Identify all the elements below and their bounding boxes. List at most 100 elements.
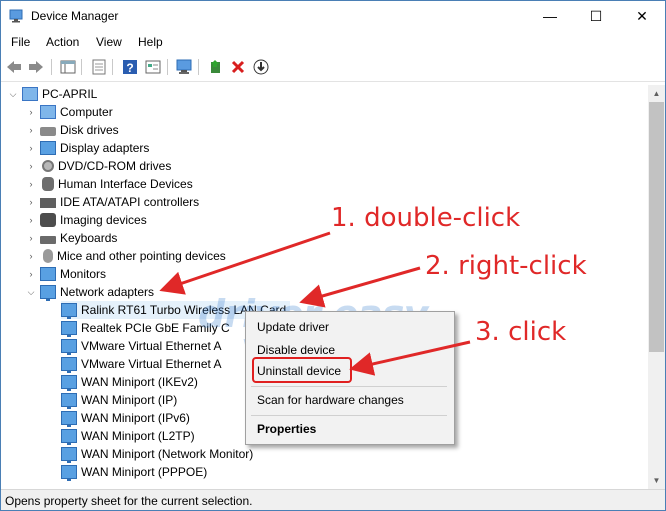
network-device-item[interactable]: WAN Miniport (IP) [61,391,177,409]
menu-help[interactable]: Help [138,35,163,49]
expand-caret-icon[interactable]: › [25,193,37,211]
update-driver-button[interactable] [206,58,224,76]
monitor-icon [40,267,56,281]
menu-file[interactable]: File [11,35,30,49]
forward-icon [29,61,43,73]
minimize-icon: — [543,8,557,24]
device-label: WAN Miniport (IP) [81,393,178,407]
menu-separator [251,386,447,387]
network-device-item[interactable]: WAN Miniport (IKEv2) [61,373,198,391]
annotation-step2: 2. right-click [425,251,587,281]
menu-properties[interactable]: Properties [257,422,316,436]
toolbar-separator [81,59,82,75]
device-label: VMware Virtual Ethernet A [81,339,222,353]
collapse-caret-icon[interactable]: ⌵ [7,85,19,103]
tree-category[interactable]: › Imaging devices [25,211,147,229]
device-label: WAN Miniport (Network Monitor) [81,447,254,461]
expand-caret-icon[interactable]: › [25,229,37,247]
show-hide-console-button[interactable] [59,58,77,76]
tree-category[interactable]: › DVD/CD-ROM drives [25,157,172,175]
minimize-button[interactable]: — [527,1,573,31]
show-hide-console-tree-icon [60,60,76,74]
computer-icon [40,105,56,119]
dvd-drive-icon [42,160,54,172]
uninstall-icon [231,60,245,74]
forward-button[interactable] [27,58,45,76]
menu-action[interactable]: Action [46,35,79,49]
device-label: VMware Virtual Ethernet A [81,357,222,371]
scroll-down-icon[interactable]: ▼ [648,472,665,489]
expand-caret-icon[interactable]: › [25,103,37,121]
network-adapter-icon [61,429,77,445]
tree-category[interactable]: › Disk drives [25,121,119,139]
tree-category[interactable]: › Mice and other pointing devices [25,247,226,265]
scroll-thumb[interactable] [649,102,664,352]
expand-caret-icon[interactable]: › [25,139,37,157]
toolbar: ? [1,53,665,82]
view-button[interactable] [144,58,162,76]
network-device-item[interactable]: WAN Miniport (IPv6) [61,409,190,427]
network-adapter-icon [61,447,77,463]
network-adapter-icon [61,321,77,337]
scan-hardware-button[interactable] [175,58,193,76]
network-device-item[interactable]: WAN Miniport (PPPOE) [61,463,207,481]
update-driver-icon [211,60,220,73]
expand-caret-icon[interactable]: › [25,121,37,139]
toolbar-separator [167,59,168,75]
close-icon: ✕ [636,7,648,24]
toolbar-separator [198,59,199,75]
window-title: Device Manager [31,9,119,23]
tree-category[interactable]: › Display adapters [25,139,149,157]
expand-caret-icon[interactable]: › [25,175,37,193]
tree-root[interactable]: ⌵ PC-APRIL [7,85,97,103]
view-icon [145,60,161,74]
network-device-item[interactable]: VMware Virtual Ethernet A [61,337,222,355]
expand-caret-icon[interactable]: › [25,211,37,229]
expand-caret-icon[interactable]: › [25,265,37,283]
network-device-item[interactable]: WAN Miniport (Network Monitor) [61,445,253,463]
scroll-up-icon[interactable]: ▲ [648,85,665,102]
tree-category[interactable]: › Computer [25,103,113,121]
expand-caret-icon[interactable]: › [25,247,37,265]
device-label: WAN Miniport (IKEv2) [81,375,198,389]
properties-button[interactable] [90,58,108,76]
svg-text:?: ? [126,61,133,75]
maximize-button[interactable]: ☐ [573,1,619,31]
annotation-step1: 1. double-click [331,203,521,233]
back-button[interactable] [5,58,23,76]
device-label: Realtek PCIe GbE Family C [81,321,230,335]
uninstall-button[interactable] [229,58,247,76]
tree-category-network-adapters[interactable]: ⌵ Network adapters [25,283,154,301]
network-device-item[interactable]: WAN Miniport (L2TP) [61,427,195,445]
computer-icon [22,87,38,101]
network-adapter-icon [61,375,77,391]
disk-drive-icon [40,127,56,136]
menu-scan-hardware[interactable]: Scan for hardware changes [257,393,404,407]
enable-device-button[interactable] [252,58,270,76]
help-button[interactable]: ? [121,58,139,76]
vertical-scrollbar[interactable]: ▲ ▼ [648,85,665,489]
menu-view[interactable]: View [96,35,122,49]
menu-update-driver[interactable]: Update driver [257,320,329,334]
collapse-caret-icon[interactable]: ⌵ [25,283,37,301]
network-adapter-icon [61,411,77,427]
network-device-item[interactable]: Realtek PCIe GbE Family C [61,319,230,337]
expand-caret-icon[interactable]: › [25,157,37,175]
close-button[interactable]: ✕ [619,1,665,31]
menu-disable-device[interactable]: Disable device [257,343,335,357]
tree-category[interactable]: › Monitors [25,265,106,283]
network-adapter-icon [61,357,77,373]
hid-device-icon [42,177,54,191]
tree-category[interactable]: › IDE ATA/ATAPI controllers [25,193,200,211]
uninstall-highlight-box [252,357,352,383]
status-bar: Opens property sheet for the current sel… [1,489,665,510]
toolbar-separator [112,59,113,75]
menu-separator [251,415,447,416]
device-manager-app-icon [9,9,23,23]
back-icon [7,61,21,73]
tree-category[interactable]: › Human Interface Devices [25,175,193,193]
network-adapter-icon [61,465,77,481]
network-device-item[interactable]: VMware Virtual Ethernet A [61,355,222,373]
tree-category[interactable]: › Keyboards [25,229,118,247]
category-label: Keyboards [60,231,118,245]
